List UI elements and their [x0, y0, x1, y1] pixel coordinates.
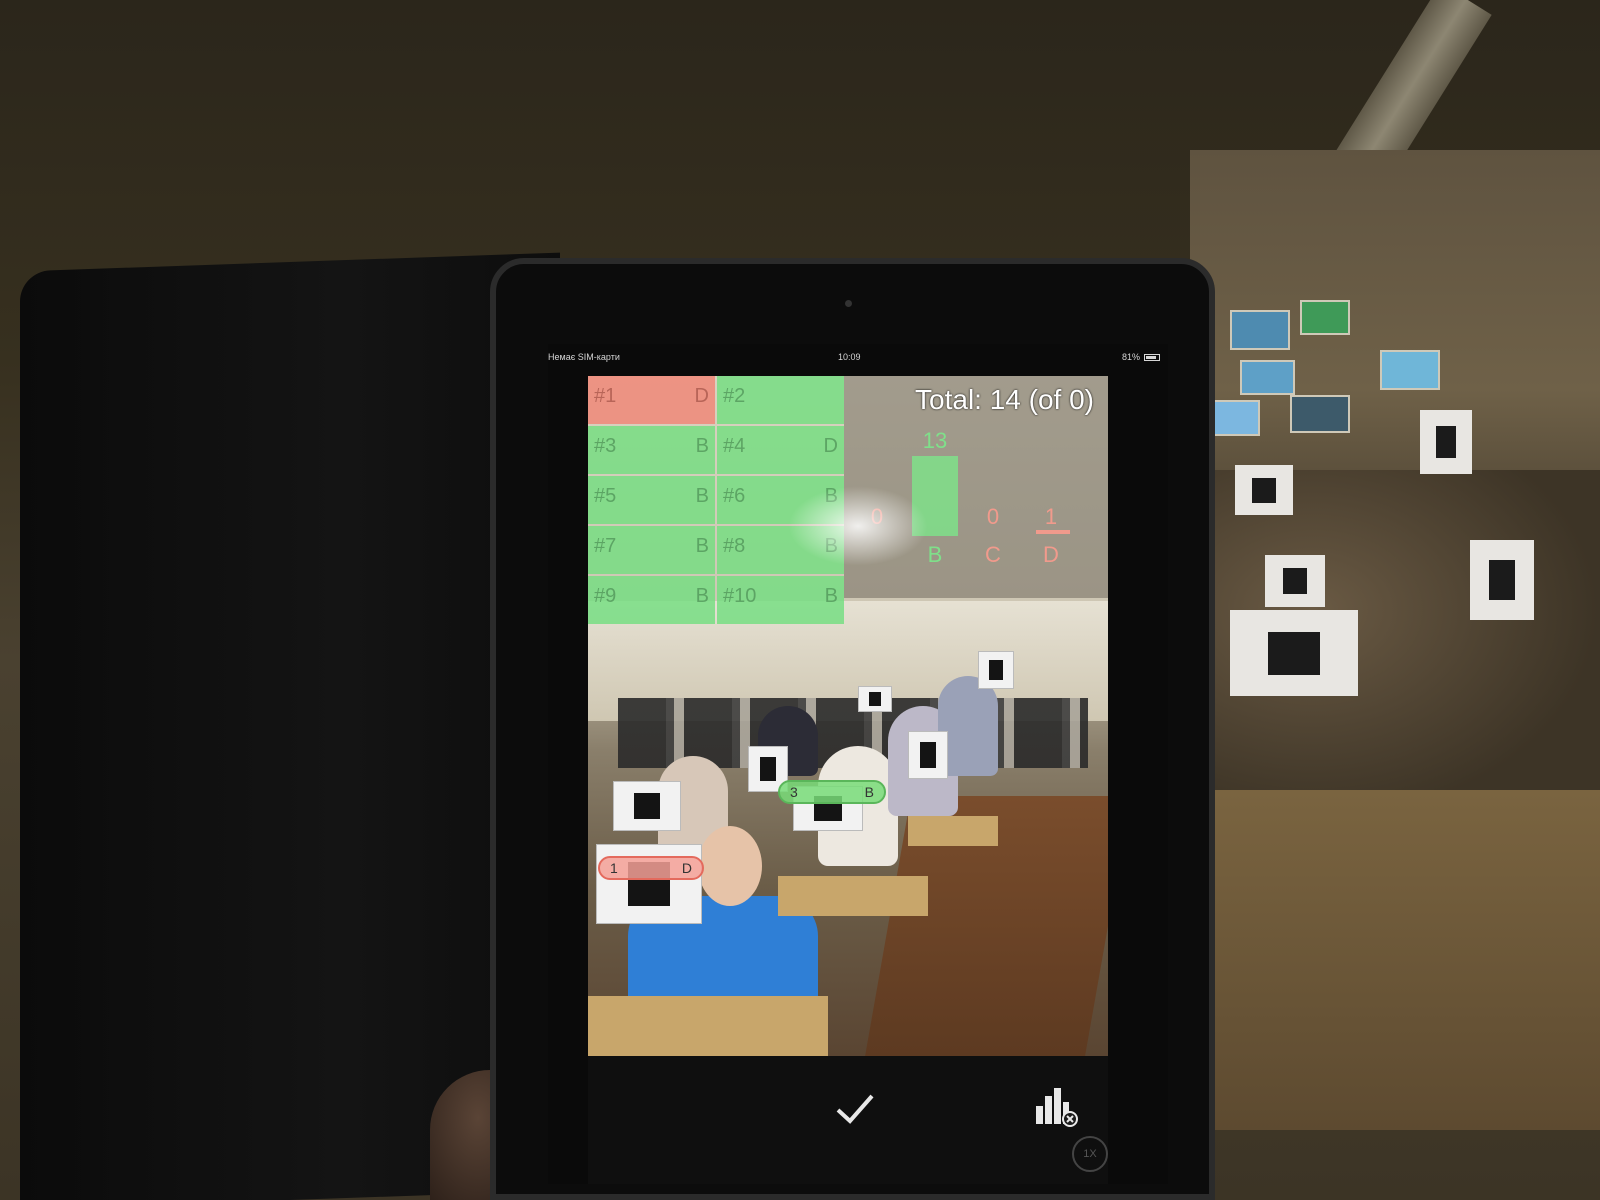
status-time: 10:09: [838, 352, 861, 362]
answer-cell[interactable]: #3 B: [588, 426, 715, 474]
wall-poster: [1380, 350, 1440, 390]
question-answer: D: [694, 385, 709, 407]
answer-card: [1470, 540, 1534, 620]
question-answer: B: [695, 535, 709, 557]
desk: [778, 876, 928, 916]
chart-category-label: B: [928, 542, 943, 567]
question-number: #2: [723, 385, 746, 407]
answer-card: [1265, 555, 1325, 607]
question-number: #10: [723, 585, 757, 607]
foreground-desk: [1210, 790, 1600, 1130]
card-answer: B: [864, 784, 874, 800]
question-number: #6: [723, 485, 746, 507]
question-number: #3: [594, 435, 617, 457]
carrier-label: Немає SIM-карти: [548, 352, 620, 362]
question-answer: B: [695, 485, 709, 507]
question-answer: D: [823, 435, 838, 457]
answer-cell[interactable]: #7 B: [588, 526, 715, 574]
checkmark-icon[interactable]: [832, 1088, 878, 1128]
answer-card: [978, 651, 1014, 689]
answer-card: [1420, 410, 1472, 474]
answer-cell[interactable]: #10 B: [717, 576, 844, 624]
answer-card: [1230, 610, 1358, 696]
wall-poster: [1230, 310, 1290, 350]
student-face: [698, 826, 762, 906]
card-result-label[interactable]: 1 D: [598, 856, 704, 880]
battery-indicator: 81%: [1122, 352, 1160, 362]
bar-chart-clear-icon[interactable]: [1032, 1084, 1078, 1128]
wall-poster: [1240, 360, 1295, 395]
answer-card: [1235, 465, 1293, 515]
camera-feed: 3 B 1 D #1 D #2 #3 B #4 D #5 B #6 B #7 B #8 B #9 B #10 B 0…: [588, 376, 1108, 1056]
tablet-device: Немає SIM-карти 10:09 81% 3 B 1 D #1 D #…: [490, 258, 1215, 1200]
chart-category-label: C: [985, 542, 1001, 567]
app-screen: Немає SIM-карти 10:09 81% 3 B 1 D #1 D #…: [548, 344, 1168, 1184]
question-answer: B: [695, 435, 709, 457]
card-number: 3: [790, 784, 798, 800]
zoom-button[interactable]: 1X: [1072, 1136, 1108, 1172]
question-answer: B: [824, 585, 838, 607]
question-answer: B: [695, 585, 709, 607]
chart-value-label: 0: [987, 504, 999, 529]
question-number: #8: [723, 535, 746, 557]
answer-cell[interactable]: #4 D: [717, 426, 844, 474]
chart-value-label: 1: [1045, 504, 1057, 529]
wall-poster: [1290, 395, 1350, 433]
card-number: 1: [610, 860, 618, 876]
chart-value-label: 13: [923, 428, 947, 453]
wall-poster: [1210, 400, 1260, 436]
card-result-label[interactable]: 3 B: [778, 780, 886, 804]
desk: [588, 996, 828, 1056]
answer-card: [613, 781, 681, 831]
battery-icon: [1144, 353, 1160, 361]
answer-cell[interactable]: #1 D: [588, 376, 715, 424]
answer-card: [908, 731, 948, 779]
card-answer: D: [681, 860, 692, 876]
question-number: #9: [594, 585, 617, 607]
tablet-case: [20, 252, 560, 1200]
answer-cell[interactable]: #9 B: [588, 576, 715, 624]
total-count: Total: 14 (of 0): [915, 384, 1094, 415]
chart-category-label: D: [1043, 542, 1059, 567]
status-bar: Немає SIM-карти 10:09 81%: [548, 344, 1168, 370]
question-number: #7: [594, 535, 617, 557]
wall-poster: [1300, 300, 1350, 335]
bottom-toolbar: 1X: [588, 1056, 1108, 1184]
desk: [908, 816, 998, 846]
question-number: #4: [723, 435, 746, 457]
answer-cell[interactable]: #2: [717, 376, 844, 424]
question-number: #1: [594, 385, 617, 407]
answer-card: [858, 686, 892, 712]
battery-percent: 81%: [1121, 352, 1140, 362]
screen-glare: [788, 486, 928, 566]
front-camera: [845, 300, 852, 307]
answer-cell[interactable]: #5 B: [588, 476, 715, 524]
question-number: #5: [594, 485, 617, 507]
